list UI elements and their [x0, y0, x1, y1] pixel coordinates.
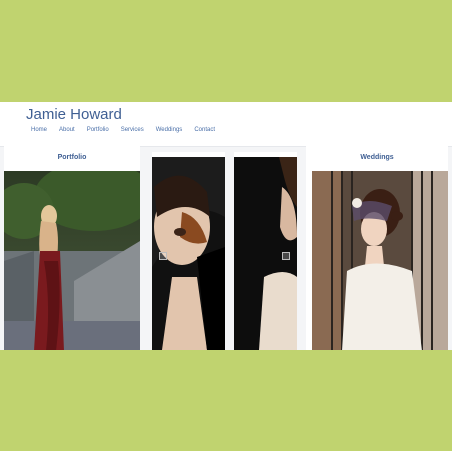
main-nav: Home About Portfolio Services Weddings C…: [31, 127, 227, 133]
nav-portfolio[interactable]: Portfolio: [87, 127, 109, 133]
portfolio-photo[interactable]: [4, 171, 140, 350]
portfolio-title: Portfolio: [57, 154, 87, 161]
site-header: Jamie Howard Home About Portfolio Servic…: [0, 102, 452, 147]
gallery-checkbox-1[interactable]: [159, 252, 167, 260]
website-preview: Jamie Howard Home About Portfolio Servic…: [0, 102, 452, 350]
gallery-card-1[interactable]: [152, 152, 225, 350]
site-brand[interactable]: Jamie Howard: [26, 106, 122, 123]
portfolio-card[interactable]: Portfolio: [4, 146, 140, 350]
gallery-card-2[interactable]: [234, 152, 297, 350]
gallery-checkbox-2[interactable]: [282, 252, 290, 260]
nav-about[interactable]: About: [59, 127, 75, 133]
weddings-title: Weddings: [360, 154, 394, 161]
nav-contact[interactable]: Contact: [194, 127, 215, 133]
nav-weddings[interactable]: Weddings: [156, 127, 183, 133]
weddings-photo[interactable]: [312, 171, 448, 350]
nav-services[interactable]: Services: [121, 127, 144, 133]
weddings-card[interactable]: Weddings: [306, 146, 448, 350]
nav-home[interactable]: Home: [31, 127, 47, 133]
